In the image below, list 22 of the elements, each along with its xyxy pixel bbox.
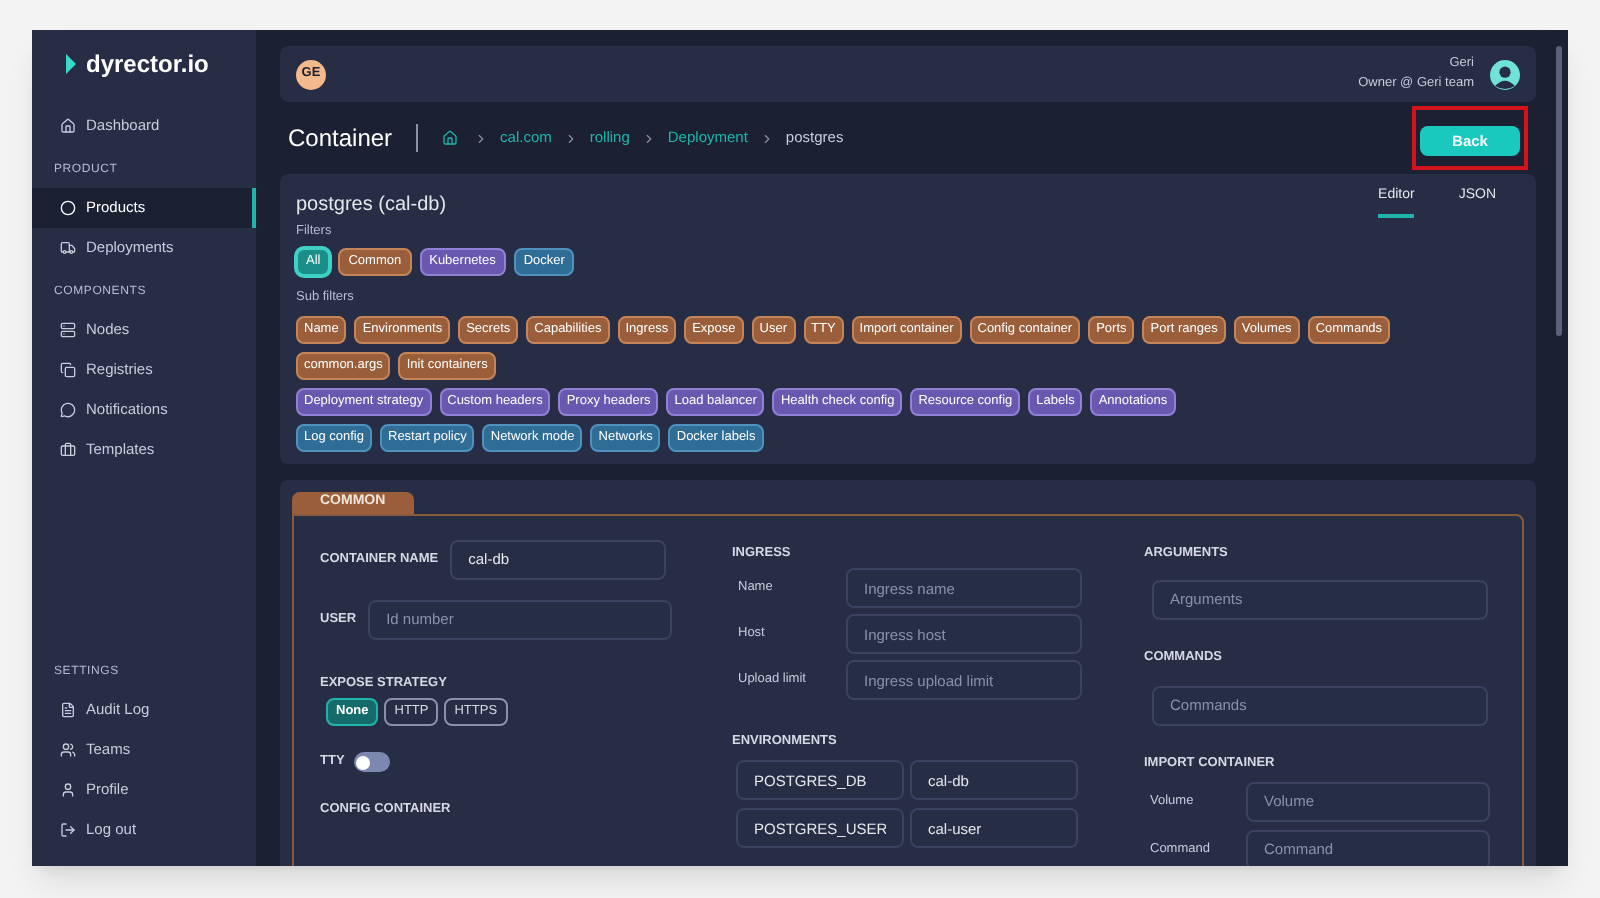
page-title: Container <box>288 122 393 156</box>
copy-icon <box>60 362 76 378</box>
container-title: postgres (cal-db) <box>296 192 447 220</box>
logout-icon <box>60 822 76 838</box>
logo-icon <box>64 54 78 74</box>
home-icon[interactable] <box>442 130 459 146</box>
users-icon <box>60 742 76 758</box>
home-icon <box>60 118 76 134</box>
user-icon <box>60 782 76 798</box>
chevron-right-icon <box>759 131 774 145</box>
chevron-right-icon <box>474 131 489 145</box>
circle-icon <box>60 200 76 216</box>
document-icon <box>60 702 76 718</box>
user-avatar-icon[interactable] <box>1490 59 1520 89</box>
chevron-right-icon <box>563 131 578 145</box>
briefcase-icon <box>60 442 76 458</box>
chevron-right-icon <box>641 131 656 145</box>
truck-icon <box>60 240 76 256</box>
logo-text: dyrector.io <box>86 48 209 82</box>
chat-icon <box>60 402 76 418</box>
tty-toggle[interactable] <box>354 752 391 773</box>
server-icon <box>60 322 76 338</box>
